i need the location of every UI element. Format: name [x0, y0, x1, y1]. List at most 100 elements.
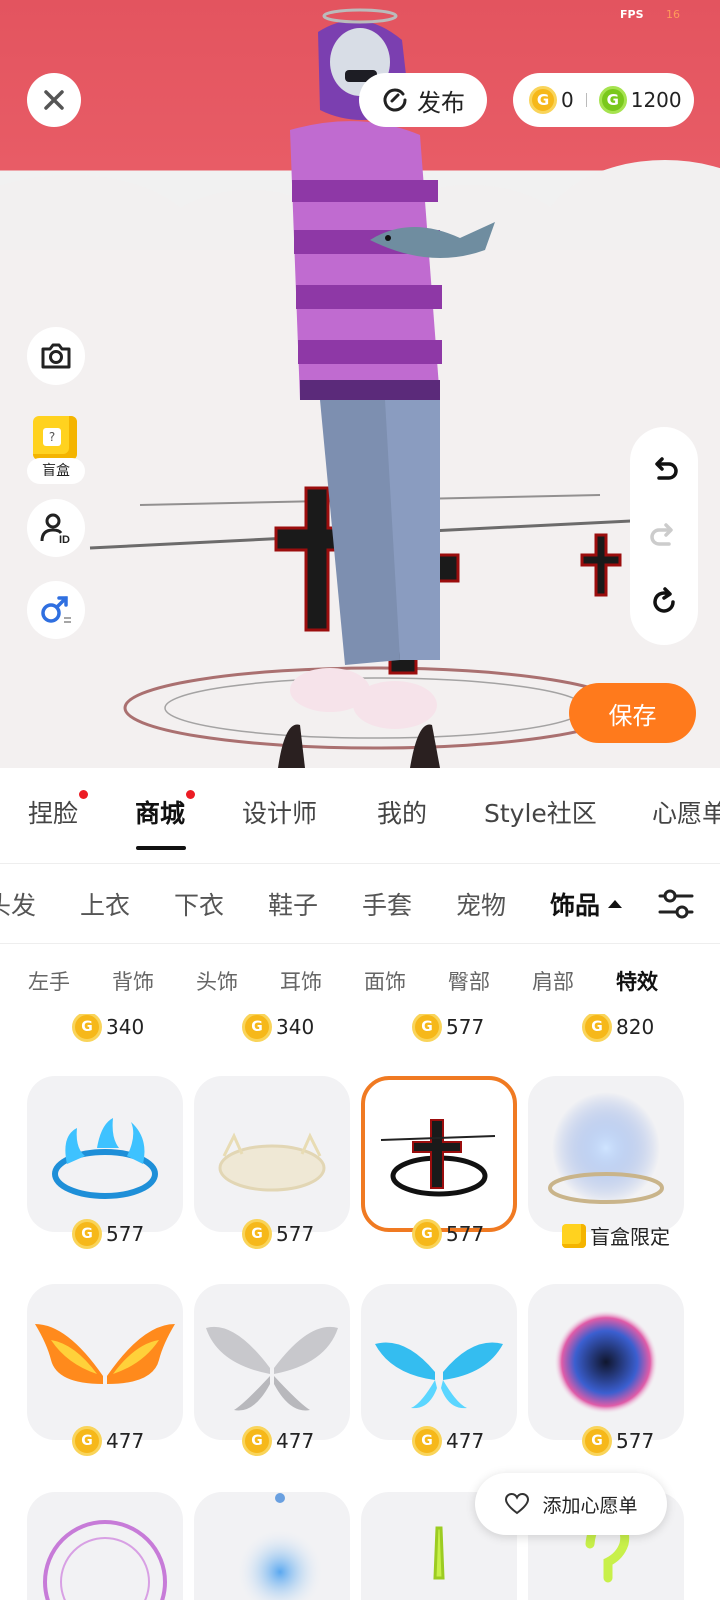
publish-button[interactable]: 发布: [359, 73, 487, 127]
green-coin-count: 1200: [630, 88, 682, 112]
filter-icon[interactable]: [656, 884, 696, 924]
cosmic-orb-thumbnail: [554, 1310, 658, 1414]
gold-coin-icon: G: [242, 1219, 272, 1249]
item-tile-blue-energy-portal[interactable]: [528, 1076, 684, 1232]
male-gender-icon: [41, 596, 71, 623]
tab-shop[interactable]: 商城: [135, 790, 196, 830]
limited-label: 盲盒限定: [590, 1225, 670, 1249]
subcategory-bar: 左手 背饰 头饰 耳饰 面饰 臀部 肩部 特效: [0, 944, 720, 1014]
item-tile-fire-wings[interactable]: [27, 1284, 183, 1440]
category-accessories[interactable]: 饰品: [550, 886, 623, 922]
gold-coin-icon: G: [412, 1219, 442, 1249]
category-top[interactable]: 上衣: [80, 886, 130, 922]
item-tile-dark-cross-circle[interactable]: [361, 1076, 517, 1232]
gold-coin-icon: G: [412, 1014, 442, 1042]
close-icon: [44, 90, 64, 110]
save-button[interactable]: 保存: [569, 683, 696, 743]
item-price: G 577: [582, 1426, 654, 1456]
subcategory-effects[interactable]: 特效: [616, 966, 658, 996]
subcategory-shoulder[interactable]: 肩部: [532, 966, 574, 996]
gold-coin-icon: G: [582, 1426, 612, 1456]
camera-button[interactable]: [27, 327, 85, 385]
fps-value: 16: [666, 8, 680, 21]
gold-coin-icon: G: [72, 1426, 102, 1456]
active-tab-indicator: [136, 846, 186, 850]
tab-mine[interactable]: 我的: [377, 794, 427, 830]
item-tile-purple-magic-circle[interactable]: [27, 1492, 183, 1600]
grey-butterfly-wings-thumbnail: [206, 1326, 338, 1411]
price-value: 340: [106, 1015, 145, 1039]
currency-balance[interactable]: G 0 G 1200: [513, 73, 694, 127]
blind-box-button[interactable]: ? 盲盒: [27, 416, 85, 484]
item-price: G 477: [72, 1426, 144, 1456]
subcategory-back[interactable]: 背饰: [112, 966, 154, 996]
category-bottom[interactable]: 下衣: [174, 886, 224, 922]
tab-style-community-label: Style社区: [484, 799, 597, 828]
tab-wishlist[interactable]: 心愿单: [652, 794, 720, 830]
main-tab-bar: 捏脸 商城 设计师 我的 Style社区 心愿单: [0, 768, 720, 864]
tab-shop-label: 商城: [135, 799, 186, 828]
notification-dot: [79, 790, 89, 799]
item-tile-blue-flame-circle[interactable]: [27, 1076, 183, 1232]
item-price: G 477: [412, 1426, 484, 1456]
item-price: G 577: [412, 1219, 484, 1249]
item-tile-ice-wings[interactable]: [361, 1284, 517, 1440]
tab-wishlist-label: 心愿单: [652, 799, 720, 828]
item-tile-grey-butterfly-wings[interactable]: [194, 1284, 350, 1440]
gender-toggle-button[interactable]: [27, 581, 85, 639]
history-controls: [630, 427, 698, 645]
subcategory-face[interactable]: 面饰: [364, 966, 406, 996]
category-pets[interactable]: 宠物: [456, 886, 506, 922]
category-shoes[interactable]: 鞋子: [268, 886, 318, 922]
tab-mine-label: 我的: [377, 799, 428, 828]
tab-designer-label: 设计师: [242, 799, 318, 828]
blue-flame-circle-thumbnail: [52, 1118, 158, 1199]
item-tile-cosmic-orb[interactable]: [528, 1284, 684, 1440]
svg-text:ID: ID: [59, 534, 70, 545]
redo-icon[interactable]: [649, 521, 679, 551]
price-value: 577: [446, 1222, 485, 1246]
divider: [585, 93, 587, 107]
price-value: 477: [276, 1429, 315, 1453]
tab-face-label: 捏脸: [28, 799, 79, 828]
publish-icon: [383, 88, 407, 112]
price-value: 577: [276, 1222, 315, 1246]
item-tile-blue-glow[interactable]: [194, 1492, 350, 1600]
price-value: 477: [446, 1429, 485, 1453]
tab-face[interactable]: 捏脸: [28, 790, 89, 830]
add-to-wishlist-button[interactable]: 添加心愿单: [475, 1473, 667, 1535]
blue-glow-thumbnail: [236, 1493, 324, 1600]
gold-coin-icon: G: [72, 1014, 102, 1042]
category-hair[interactable]: 头发: [0, 886, 36, 922]
id-button[interactable]: ID: [27, 499, 85, 557]
undo-icon[interactable]: [649, 455, 679, 485]
tab-style-community[interactable]: Style社区: [484, 794, 597, 830]
purple-magic-circle-thumbnail: [43, 1520, 167, 1600]
avatar-preview-stage[interactable]: FPS 16 发布 G 0 G 1200 ? 盲盒 ID 保存: [0, 0, 720, 768]
white-crown-circle-thumbnail: [218, 1132, 326, 1192]
subcategory-head[interactable]: 头饰: [196, 966, 238, 996]
fps-label: FPS: [620, 8, 644, 21]
tab-designer[interactable]: 设计师: [242, 794, 317, 830]
subcategory-hip[interactable]: 臀部: [448, 966, 490, 996]
item-price: G 340: [242, 1014, 314, 1042]
reset-icon[interactable]: [649, 587, 679, 617]
dark-cross-circle-thumbnail: [380, 1119, 496, 1197]
add-to-wishlist-label: 添加心愿单: [542, 1494, 638, 1517]
price-value: 340: [276, 1015, 315, 1039]
ice-wings-thumbnail: [375, 1342, 503, 1409]
item-price: G 820: [582, 1014, 654, 1042]
subcategory-ear[interactable]: 耳饰: [280, 966, 322, 996]
category-gloves[interactable]: 手套: [362, 886, 412, 922]
blue-energy-portal-thumbnail: [548, 1092, 664, 1204]
item-price: G 577: [412, 1014, 484, 1042]
close-button[interactable]: [27, 73, 81, 127]
gold-coin-icon: G: [242, 1426, 272, 1456]
category-bar: 头发 上衣 下衣 鞋子 手套 宠物 饰品: [0, 864, 720, 944]
gold-coin-icon: G: [412, 1426, 442, 1456]
item-price: G 340: [72, 1014, 144, 1042]
item-tile-white-crown-circle[interactable]: [194, 1076, 350, 1232]
subcategory-left-hand[interactable]: 左手: [28, 966, 70, 996]
gold-coin-icon: G: [72, 1219, 102, 1249]
caret-up-icon: [608, 900, 623, 908]
